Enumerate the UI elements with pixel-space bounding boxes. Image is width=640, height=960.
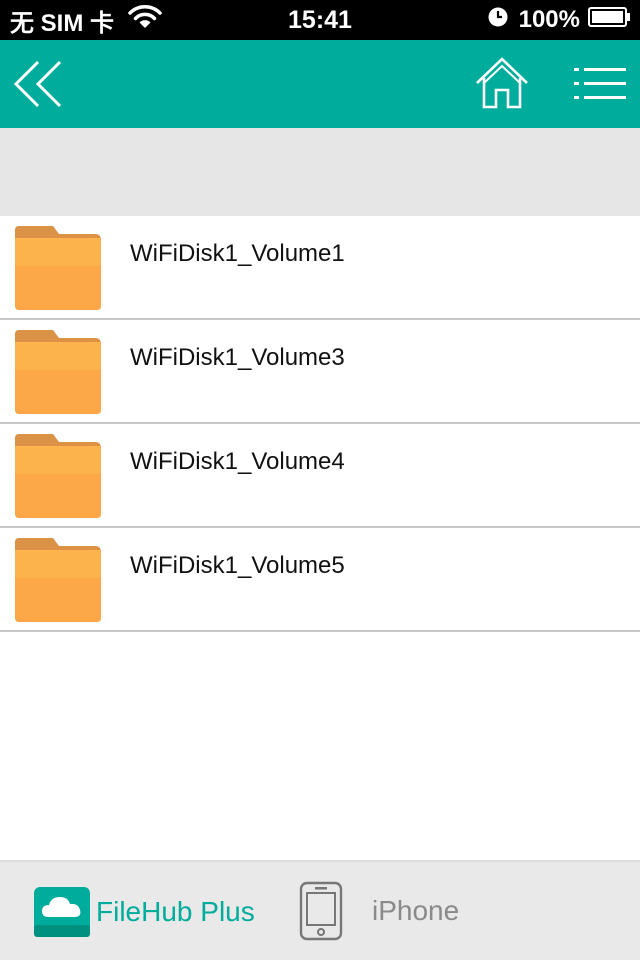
back-button[interactable]: [12, 60, 66, 110]
menu-list-icon: [574, 68, 626, 99]
status-right: 100%: [487, 6, 632, 34]
battery-icon: [588, 6, 632, 35]
menu-button[interactable]: [572, 64, 628, 104]
double-chevron-left-icon: [13, 60, 62, 108]
tab-iphone[interactable]: iPhone: [298, 880, 459, 942]
status-bar: 无 SIM 卡 15:41 100%: [0, 0, 640, 40]
list-item[interactable]: WiFiDisk1_Volume1: [0, 216, 640, 320]
path-bar: [0, 128, 640, 216]
list-item[interactable]: WiFiDisk1_Volume4: [0, 424, 640, 528]
folder-list: WiFiDisk1_Volume1 WiFiDisk1_Volume3 WiFi…: [0, 216, 640, 632]
folder-icon: [15, 226, 101, 310]
tab-filehub-label: FileHub Plus: [96, 896, 255, 927]
folder-name: WiFiDisk1_Volume3: [130, 344, 345, 371]
folder-name: WiFiDisk1_Volume4: [130, 448, 345, 475]
navigation-bar: [0, 40, 640, 128]
folder-icon: [15, 538, 101, 622]
list-item[interactable]: WiFiDisk1_Volume5: [0, 528, 640, 632]
home-icon: [476, 57, 528, 109]
folder-name: WiFiDisk1_Volume1: [130, 240, 345, 267]
bottom-tab-bar: FileHub Plus iPhone: [0, 860, 640, 960]
folder-icon: [15, 434, 101, 518]
home-button[interactable]: [474, 56, 530, 110]
tab-filehub-plus[interactable]: FileHub Plus: [32, 882, 255, 942]
iphone-icon: [299, 881, 343, 941]
tab-iphone-label: iPhone: [372, 895, 460, 926]
folder-name: WiFiDisk1_Volume5: [130, 552, 345, 579]
battery-percentage: 100%: [518, 6, 580, 33]
folder-icon: [15, 330, 101, 414]
list-item[interactable]: WiFiDisk1_Volume3: [0, 320, 640, 424]
alarm-clock-icon: [487, 6, 509, 35]
cloud-drive-icon: [34, 887, 90, 937]
